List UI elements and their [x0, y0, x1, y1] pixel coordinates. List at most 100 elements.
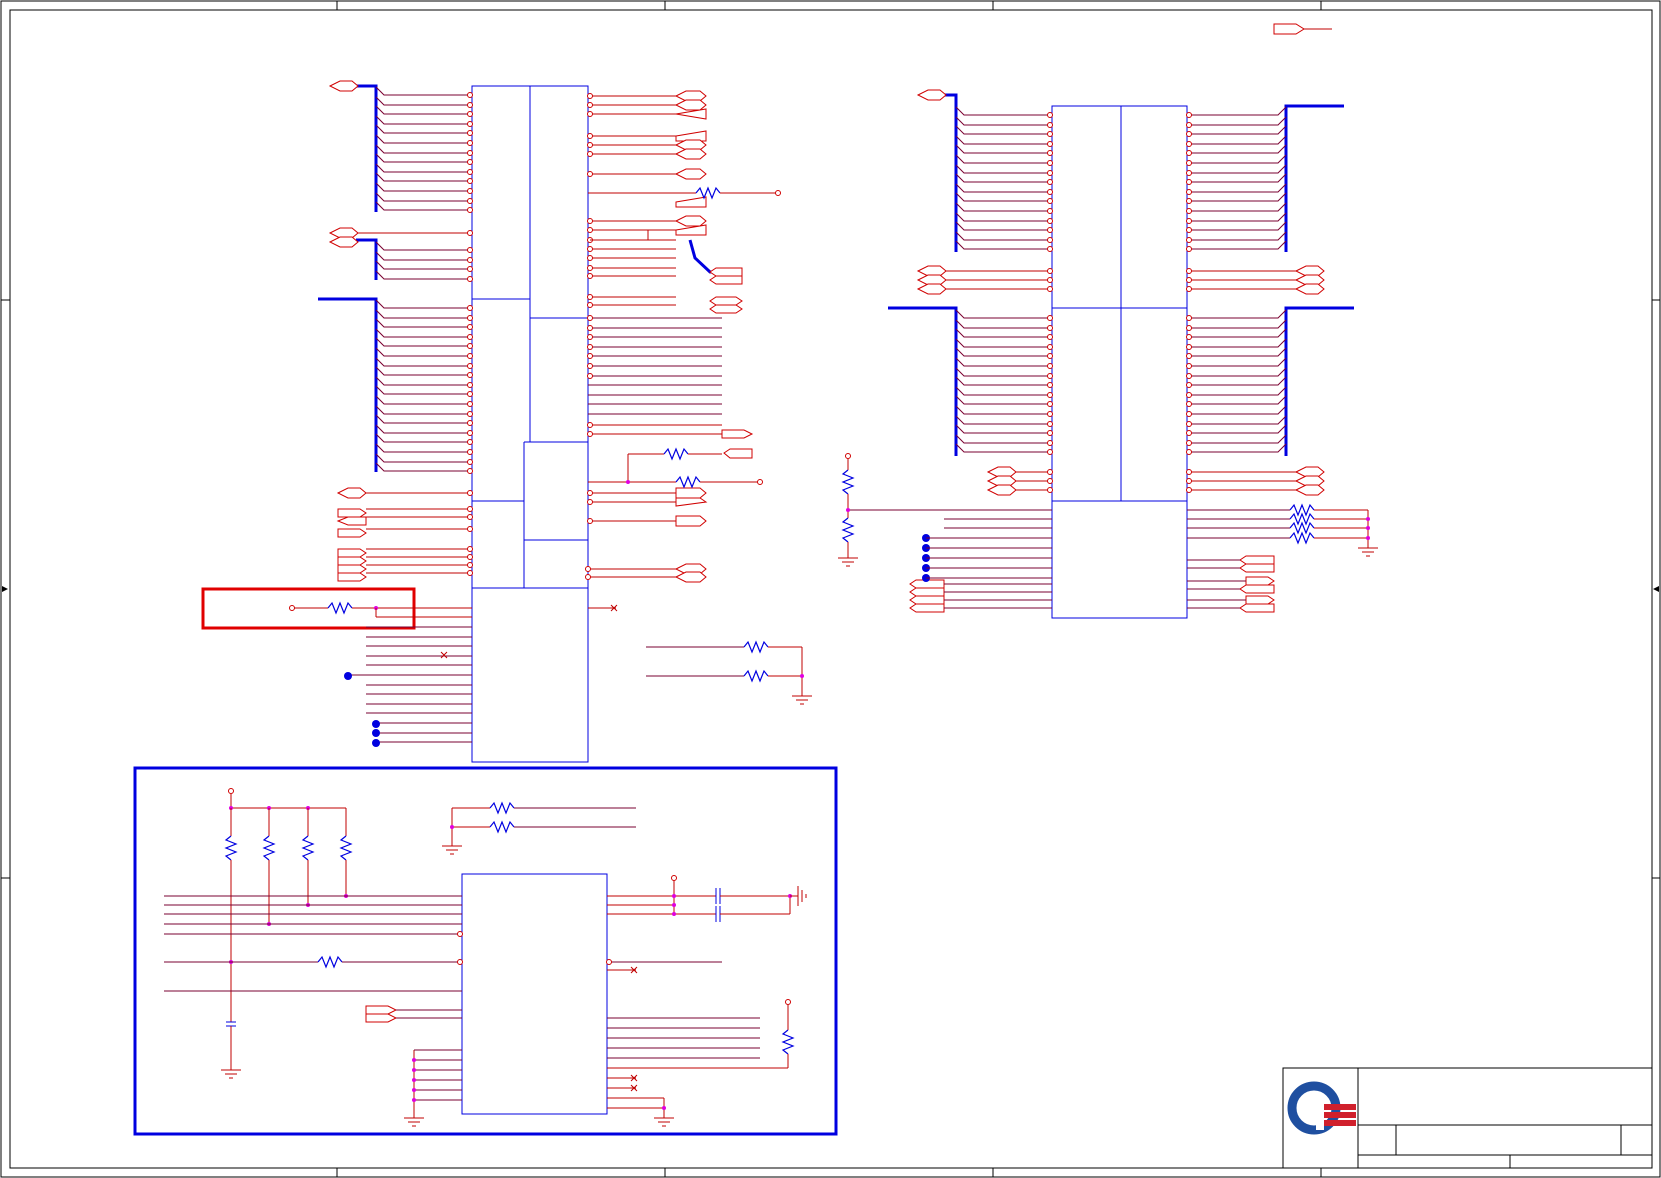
- ic-pin: [467, 449, 473, 455]
- bus-entry: [375, 337, 470, 347]
- ic-pin: [1186, 268, 1192, 274]
- bus-entry: [955, 357, 1050, 367]
- resistor-icon: [695, 186, 721, 200]
- ic-pin: [1047, 334, 1053, 340]
- resistor-icon: [663, 447, 689, 461]
- ic-pin: [1186, 160, 1192, 166]
- ic-pin: [1047, 325, 1053, 331]
- ic-pin: [467, 92, 473, 98]
- ic-pin: [467, 343, 473, 349]
- ic-pin: [1186, 344, 1192, 350]
- ic-pin: [1047, 268, 1053, 274]
- bus-entry: [1189, 376, 1287, 386]
- ic-pin: [1047, 353, 1053, 359]
- ic-pin: [1047, 122, 1053, 128]
- resistor-icon: [743, 640, 769, 654]
- ic-pin: [467, 169, 473, 175]
- bus-entry: [375, 270, 470, 280]
- bus-entry: [375, 357, 470, 367]
- bus-entry: [955, 135, 1050, 145]
- ground-icon: [1358, 547, 1378, 557]
- ic-pin: [467, 324, 473, 330]
- bus-entry: [955, 443, 1050, 453]
- resistor-icon: [339, 835, 353, 861]
- bus-entry: [955, 309, 1050, 319]
- bus-entry: [1189, 192, 1287, 202]
- ic-pin: [467, 382, 473, 388]
- ic-pin: [585, 574, 591, 580]
- ic-pin: [1186, 277, 1192, 283]
- bus-entry: [955, 424, 1050, 434]
- bus-entry: [955, 192, 1050, 202]
- ic-pin: [467, 353, 473, 359]
- bus-entry: [1189, 415, 1287, 425]
- bus-entry: [1189, 173, 1287, 183]
- mid-ground-resistors: [646, 640, 812, 705]
- bus-entry: [1189, 212, 1287, 222]
- ic-pin: [1047, 150, 1053, 156]
- lower-left-pins: [348, 626, 472, 743]
- ic-pin: [467, 420, 473, 426]
- bus-entry: [955, 386, 1050, 396]
- resistor-icon: [301, 835, 315, 861]
- ic-pin: [587, 294, 593, 300]
- bus-entry: [375, 405, 470, 415]
- ic-pin: [467, 315, 473, 321]
- ic-pin: [587, 490, 593, 496]
- ic-pin: [1186, 179, 1192, 185]
- ic-pin: [467, 188, 473, 194]
- ic-pin: [467, 111, 473, 117]
- ic-pin: [587, 265, 593, 271]
- ic-pin: [1047, 315, 1053, 321]
- bus-entry: [1189, 328, 1287, 338]
- ic-u2-right: [1051, 105, 1188, 619]
- ic-pin: [467, 102, 473, 108]
- ic-pin: [587, 315, 593, 321]
- offpage-port-top-right: [1273, 23, 1332, 35]
- bus-entry: [375, 134, 470, 144]
- bus-entry: [1189, 106, 1287, 116]
- ic-pin: [587, 171, 593, 177]
- bus-entry: [1189, 367, 1287, 377]
- ic-pin: [467, 305, 473, 311]
- bus-entry: [1189, 434, 1287, 444]
- ic-pin: [1186, 189, 1192, 195]
- ground-icon: [221, 1069, 241, 1079]
- ic-pin: [1186, 487, 1192, 493]
- ic-pin: [1186, 401, 1192, 407]
- bus-entry: [1189, 164, 1287, 174]
- ic-pin: [1186, 315, 1192, 321]
- ic-pin: [587, 325, 593, 331]
- bus-entry: [375, 124, 470, 134]
- bus-entry: [1189, 135, 1287, 145]
- bus-entry: [375, 433, 470, 443]
- ic-pin: [1186, 363, 1192, 369]
- bus-entry: [955, 173, 1050, 183]
- bus-entry: [1189, 125, 1287, 135]
- ic-pin: [587, 363, 593, 369]
- bus-entry: [375, 201, 470, 211]
- ic-pin: [467, 266, 473, 272]
- bus-entry: [375, 163, 470, 173]
- bus-entry: [1189, 338, 1287, 348]
- resistor-icon: [743, 669, 769, 683]
- bus-entry: [375, 241, 470, 251]
- bus-entry: [1189, 144, 1287, 154]
- resistor-icon: [675, 475, 701, 489]
- ic-pin: [587, 344, 593, 350]
- ic-pin: [1186, 122, 1192, 128]
- bus-entry: [955, 240, 1050, 250]
- net-wire: [590, 229, 676, 241]
- bus-entry: [375, 86, 470, 96]
- ic-pin: [467, 230, 473, 236]
- ic-pin: [467, 363, 473, 369]
- highlight-blue-box: [133, 766, 838, 1136]
- ic-pin: [1186, 449, 1192, 455]
- ic-pin: [467, 150, 473, 156]
- left-ports: [328, 80, 367, 582]
- bus-entry: [1189, 424, 1287, 434]
- ic-pin: [1186, 237, 1192, 243]
- bus-entry: [955, 328, 1050, 338]
- resistor-icon: [327, 601, 353, 615]
- bus-entry: [1189, 240, 1287, 250]
